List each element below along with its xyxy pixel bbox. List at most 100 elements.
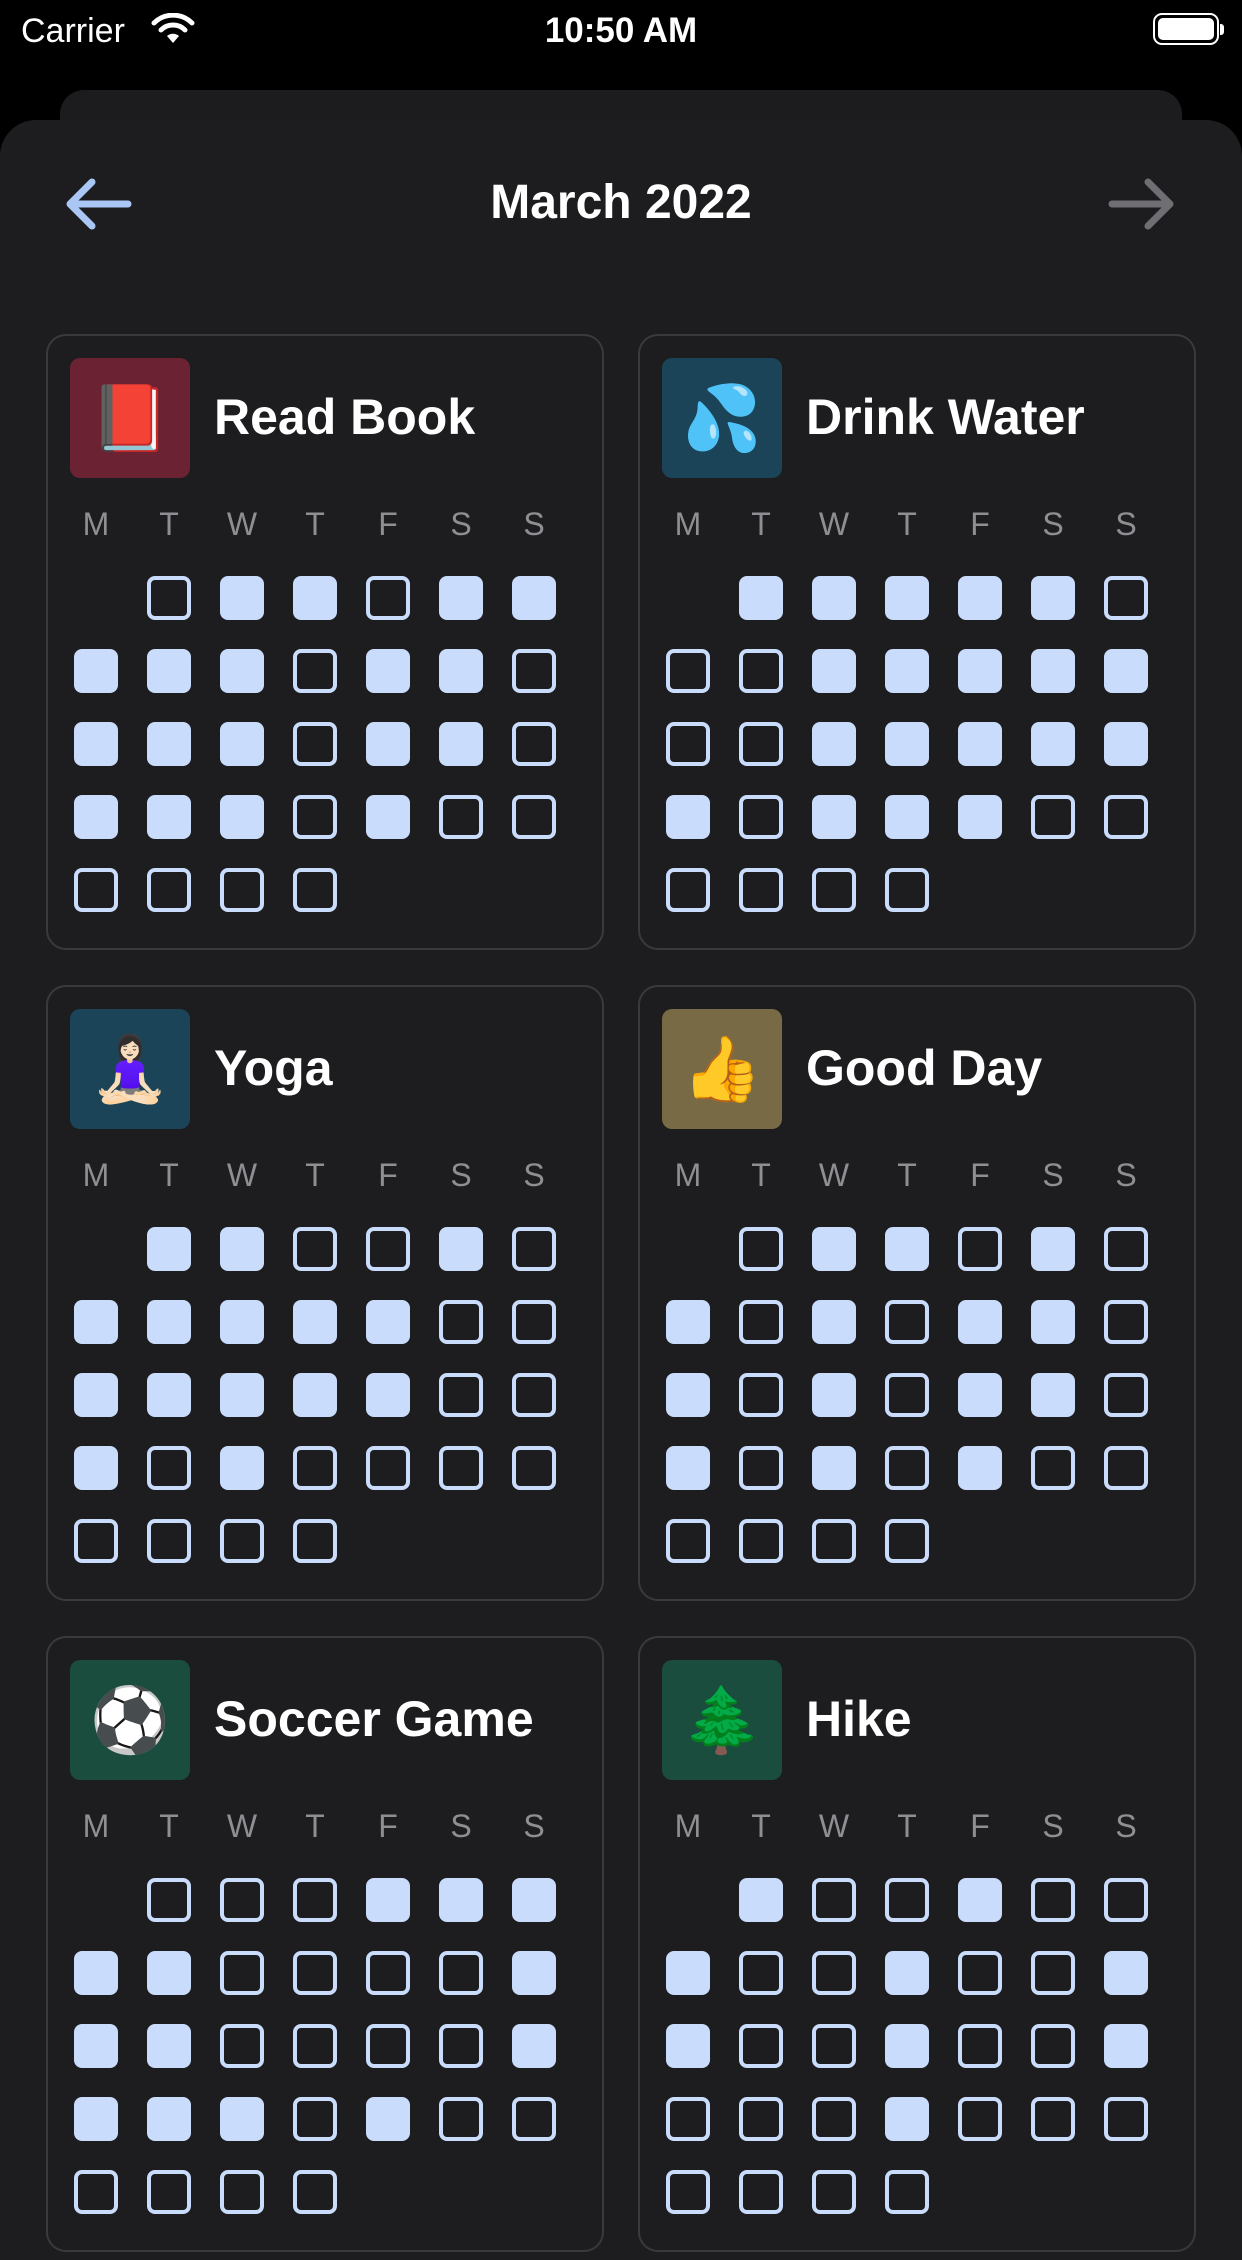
day-checkbox[interactable] — [293, 868, 337, 912]
day-checkbox[interactable] — [666, 1300, 710, 1344]
day-checkbox[interactable] — [885, 1519, 929, 1563]
day-checkbox[interactable] — [1031, 1227, 1075, 1271]
day-checkbox[interactable] — [812, 1878, 856, 1922]
day-checkbox[interactable] — [1031, 1446, 1075, 1490]
day-checkbox[interactable] — [74, 1951, 118, 1995]
day-checkbox[interactable] — [74, 2097, 118, 2141]
day-checkbox[interactable] — [812, 2024, 856, 2068]
day-checkbox[interactable] — [220, 2024, 264, 2068]
day-checkbox[interactable] — [293, 1446, 337, 1490]
day-checkbox[interactable] — [958, 2024, 1002, 2068]
day-checkbox[interactable] — [958, 1878, 1002, 1922]
day-checkbox[interactable] — [739, 576, 783, 620]
day-checkbox[interactable] — [74, 2024, 118, 2068]
day-checkbox[interactable] — [439, 1951, 483, 1995]
day-checkbox[interactable] — [885, 576, 929, 620]
day-checkbox[interactable] — [293, 1951, 337, 1995]
day-checkbox[interactable] — [220, 1446, 264, 1490]
day-checkbox[interactable] — [147, 1519, 191, 1563]
day-checkbox[interactable] — [958, 795, 1002, 839]
day-checkbox[interactable] — [512, 722, 556, 766]
day-checkbox[interactable] — [220, 1519, 264, 1563]
day-checkbox[interactable] — [958, 1373, 1002, 1417]
day-checkbox[interactable] — [666, 722, 710, 766]
day-checkbox[interactable] — [958, 1227, 1002, 1271]
day-checkbox[interactable] — [512, 1373, 556, 1417]
day-checkbox[interactable] — [439, 1446, 483, 1490]
habit-card[interactable]: 💦 Drink Water M T W T F S S — [638, 334, 1196, 950]
day-checkbox[interactable] — [147, 2170, 191, 2214]
day-checkbox[interactable] — [885, 1878, 929, 1922]
day-checkbox[interactable] — [958, 576, 1002, 620]
day-checkbox[interactable] — [293, 2024, 337, 2068]
day-checkbox[interactable] — [512, 795, 556, 839]
day-checkbox[interactable] — [74, 1519, 118, 1563]
day-checkbox[interactable] — [958, 1446, 1002, 1490]
day-checkbox[interactable] — [220, 1227, 264, 1271]
day-checkbox[interactable] — [74, 649, 118, 693]
day-checkbox[interactable] — [739, 1951, 783, 1995]
day-checkbox[interactable] — [1104, 1227, 1148, 1271]
habit-card[interactable]: 📕 Read Book M T W T F S S — [46, 334, 604, 950]
day-checkbox[interactable] — [1031, 1373, 1075, 1417]
day-checkbox[interactable] — [147, 1227, 191, 1271]
day-checkbox[interactable] — [439, 795, 483, 839]
day-checkbox[interactable] — [366, 1446, 410, 1490]
day-checkbox[interactable] — [739, 2097, 783, 2141]
day-checkbox[interactable] — [220, 1300, 264, 1344]
day-checkbox[interactable] — [147, 795, 191, 839]
day-checkbox[interactable] — [220, 1878, 264, 1922]
day-checkbox[interactable] — [512, 1951, 556, 1995]
day-checkbox[interactable] — [812, 1300, 856, 1344]
day-checkbox[interactable] — [147, 1373, 191, 1417]
day-checkbox[interactable] — [812, 1373, 856, 1417]
day-checkbox[interactable] — [512, 1227, 556, 1271]
day-checkbox[interactable] — [812, 795, 856, 839]
day-checkbox[interactable] — [147, 1878, 191, 1922]
day-checkbox[interactable] — [666, 2170, 710, 2214]
day-checkbox[interactable] — [220, 795, 264, 839]
day-checkbox[interactable] — [293, 576, 337, 620]
day-checkbox[interactable] — [666, 1446, 710, 1490]
day-checkbox[interactable] — [293, 2097, 337, 2141]
day-checkbox[interactable] — [1104, 722, 1148, 766]
day-checkbox[interactable] — [812, 2097, 856, 2141]
day-checkbox[interactable] — [74, 2170, 118, 2214]
day-checkbox[interactable] — [293, 1300, 337, 1344]
day-checkbox[interactable] — [812, 868, 856, 912]
day-checkbox[interactable] — [885, 2170, 929, 2214]
day-checkbox[interactable] — [74, 795, 118, 839]
day-checkbox[interactable] — [812, 1951, 856, 1995]
day-checkbox[interactable] — [1104, 1446, 1148, 1490]
day-checkbox[interactable] — [1031, 2097, 1075, 2141]
day-checkbox[interactable] — [512, 1878, 556, 1922]
day-checkbox[interactable] — [812, 649, 856, 693]
day-checkbox[interactable] — [439, 1227, 483, 1271]
day-checkbox[interactable] — [666, 1519, 710, 1563]
day-checkbox[interactable] — [74, 1300, 118, 1344]
day-checkbox[interactable] — [1031, 2024, 1075, 2068]
day-checkbox[interactable] — [293, 649, 337, 693]
next-month-button[interactable] — [1106, 172, 1178, 236]
day-checkbox[interactable] — [293, 2170, 337, 2214]
day-checkbox[interactable] — [1031, 1951, 1075, 1995]
day-checkbox[interactable] — [1104, 2097, 1148, 2141]
day-checkbox[interactable] — [366, 2024, 410, 2068]
day-checkbox[interactable] — [512, 2024, 556, 2068]
day-checkbox[interactable] — [1104, 649, 1148, 693]
day-checkbox[interactable] — [147, 868, 191, 912]
day-checkbox[interactable] — [439, 2097, 483, 2141]
day-checkbox[interactable] — [885, 1446, 929, 1490]
day-checkbox[interactable] — [885, 1373, 929, 1417]
day-checkbox[interactable] — [366, 722, 410, 766]
day-checkbox[interactable] — [739, 722, 783, 766]
day-checkbox[interactable] — [812, 576, 856, 620]
day-checkbox[interactable] — [739, 1519, 783, 1563]
day-checkbox[interactable] — [739, 868, 783, 912]
day-checkbox[interactable] — [739, 2024, 783, 2068]
day-checkbox[interactable] — [1104, 576, 1148, 620]
day-checkbox[interactable] — [147, 649, 191, 693]
habit-card[interactable]: 🌲 Hike M T W T F S S — [638, 1636, 1196, 2252]
day-checkbox[interactable] — [666, 649, 710, 693]
day-checkbox[interactable] — [74, 1446, 118, 1490]
